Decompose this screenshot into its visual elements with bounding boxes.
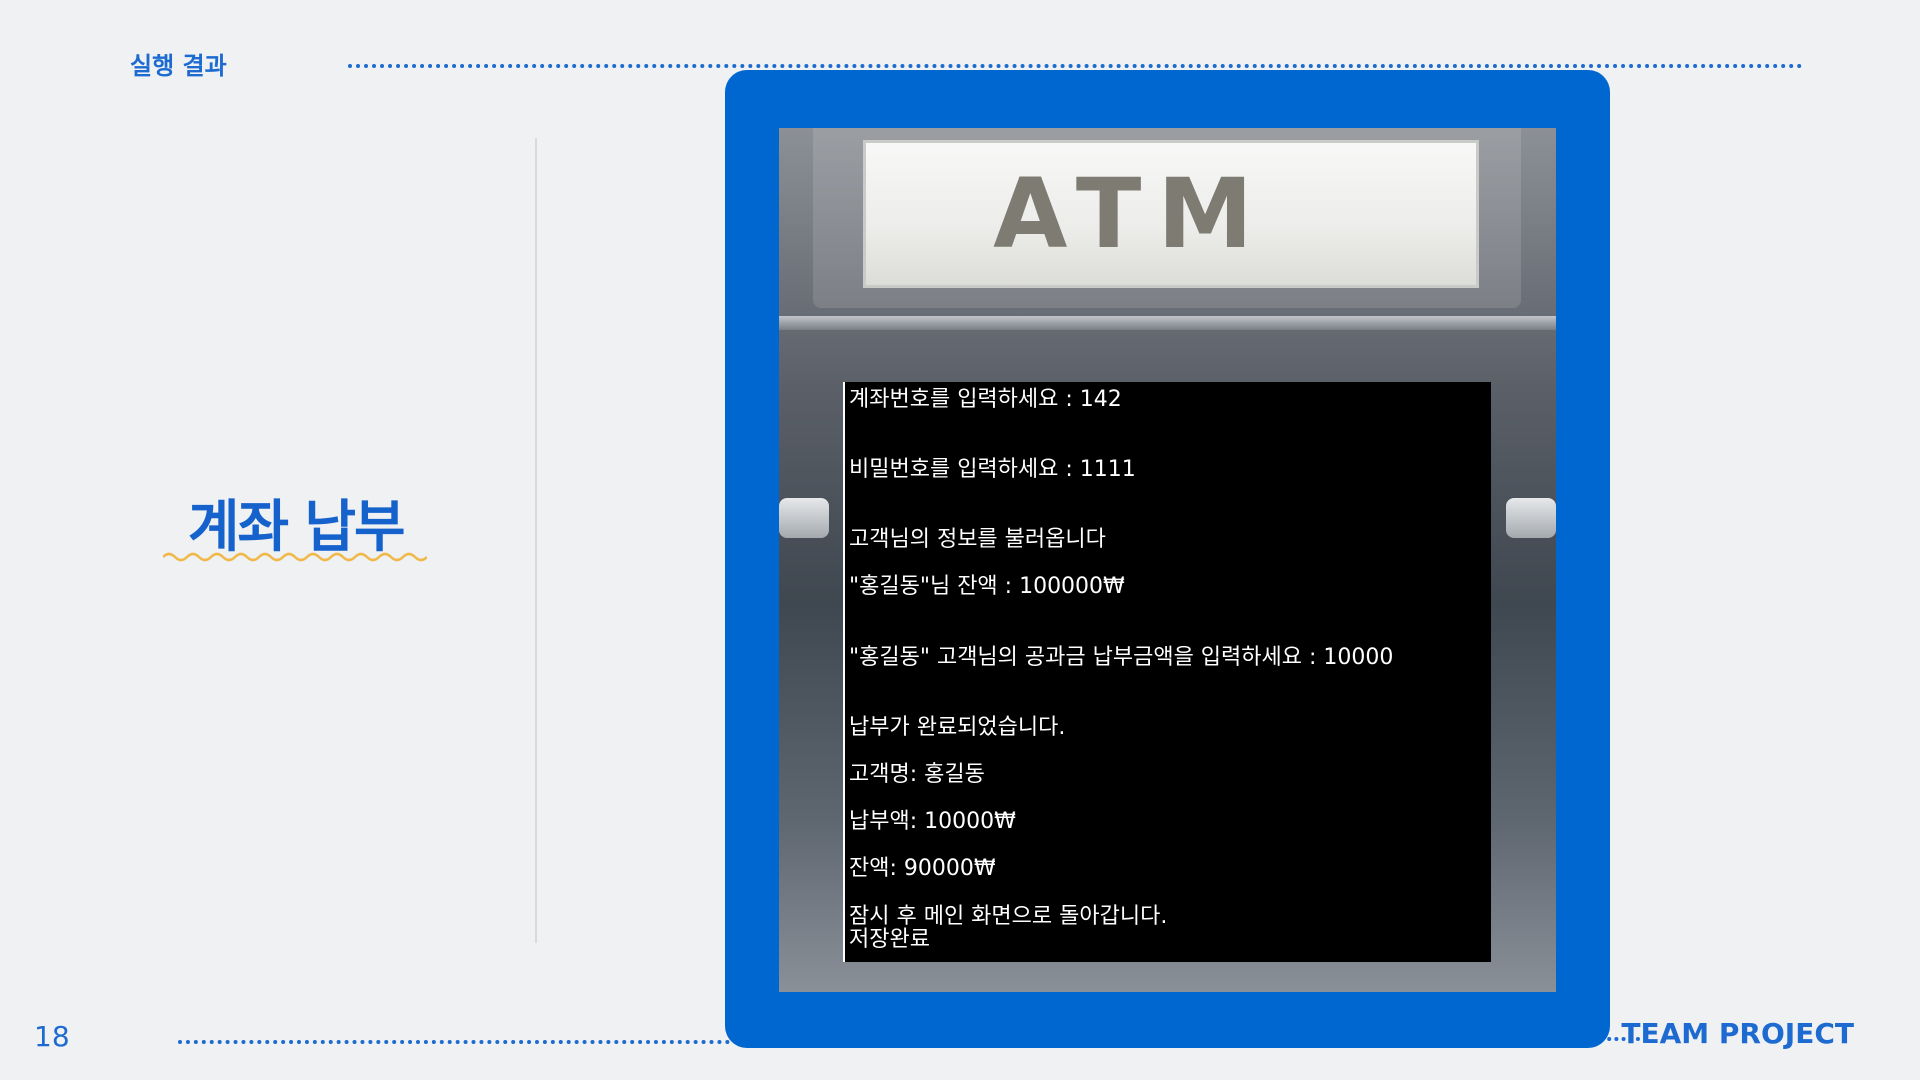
atm-sign-panel: ATM bbox=[863, 140, 1479, 288]
console-line-amount: 납부액: 10000₩ bbox=[849, 809, 1016, 834]
console-line-password: 비밀번호를 입력하세요 : 1111 bbox=[849, 457, 1136, 482]
console-line-saved: 저장완료 bbox=[849, 927, 930, 952]
page-number: 18 bbox=[34, 1020, 70, 1053]
console-line-remaining: 잔액: 90000₩ bbox=[849, 856, 996, 881]
screenshot-frame: ATM 계좌번호를 입력하세요 : 142 비밀번호를 입력하세요 : 1111… bbox=[725, 70, 1610, 1048]
console-line-account: 계좌번호를 입력하세요 : 142 bbox=[849, 387, 1122, 412]
atm-card-slot-left bbox=[779, 498, 829, 538]
top-dotted-divider bbox=[348, 64, 1803, 68]
team-project-label: TEAM PROJECT bbox=[1621, 1017, 1854, 1050]
atm-sign-text: ATM bbox=[993, 158, 1269, 270]
console-line-balance: "홍길동"님 잔액 : 100000₩ bbox=[849, 574, 1125, 599]
console-line-loading: 고객님의 정보를 불러옵니다 bbox=[849, 527, 1106, 552]
atm-sign: ATM bbox=[813, 128, 1521, 308]
console-line-return: 잠시 후 메인 화면으로 돌아갑니다. bbox=[849, 904, 1168, 929]
console-screen: 계좌번호를 입력하세요 : 142 비밀번호를 입력하세요 : 1111 고객님… bbox=[843, 382, 1491, 962]
section-label: 실행 결과 bbox=[130, 52, 227, 80]
slide: 실행 결과 계좌 납부 18 TEAM PROJECT ATM 계좌번호를 입력… bbox=[0, 0, 1920, 1080]
vertical-divider bbox=[535, 138, 537, 943]
console-line-payment-prompt: "홍길동" 고객님의 공과금 납부금액을 입력하세요 : 10000 bbox=[849, 645, 1394, 670]
console-line-complete: 납부가 완료되었습니다. bbox=[849, 715, 1066, 740]
console-line-customer: 고객명: 홍길동 bbox=[849, 762, 985, 787]
atm-image: ATM 계좌번호를 입력하세요 : 142 비밀번호를 입력하세요 : 1111… bbox=[779, 128, 1556, 992]
bottom-dotted-divider-left bbox=[178, 1040, 738, 1044]
atm-ledge bbox=[779, 316, 1556, 330]
atm-card-slot-right bbox=[1506, 498, 1556, 538]
wavy-underline-icon bbox=[163, 552, 427, 562]
